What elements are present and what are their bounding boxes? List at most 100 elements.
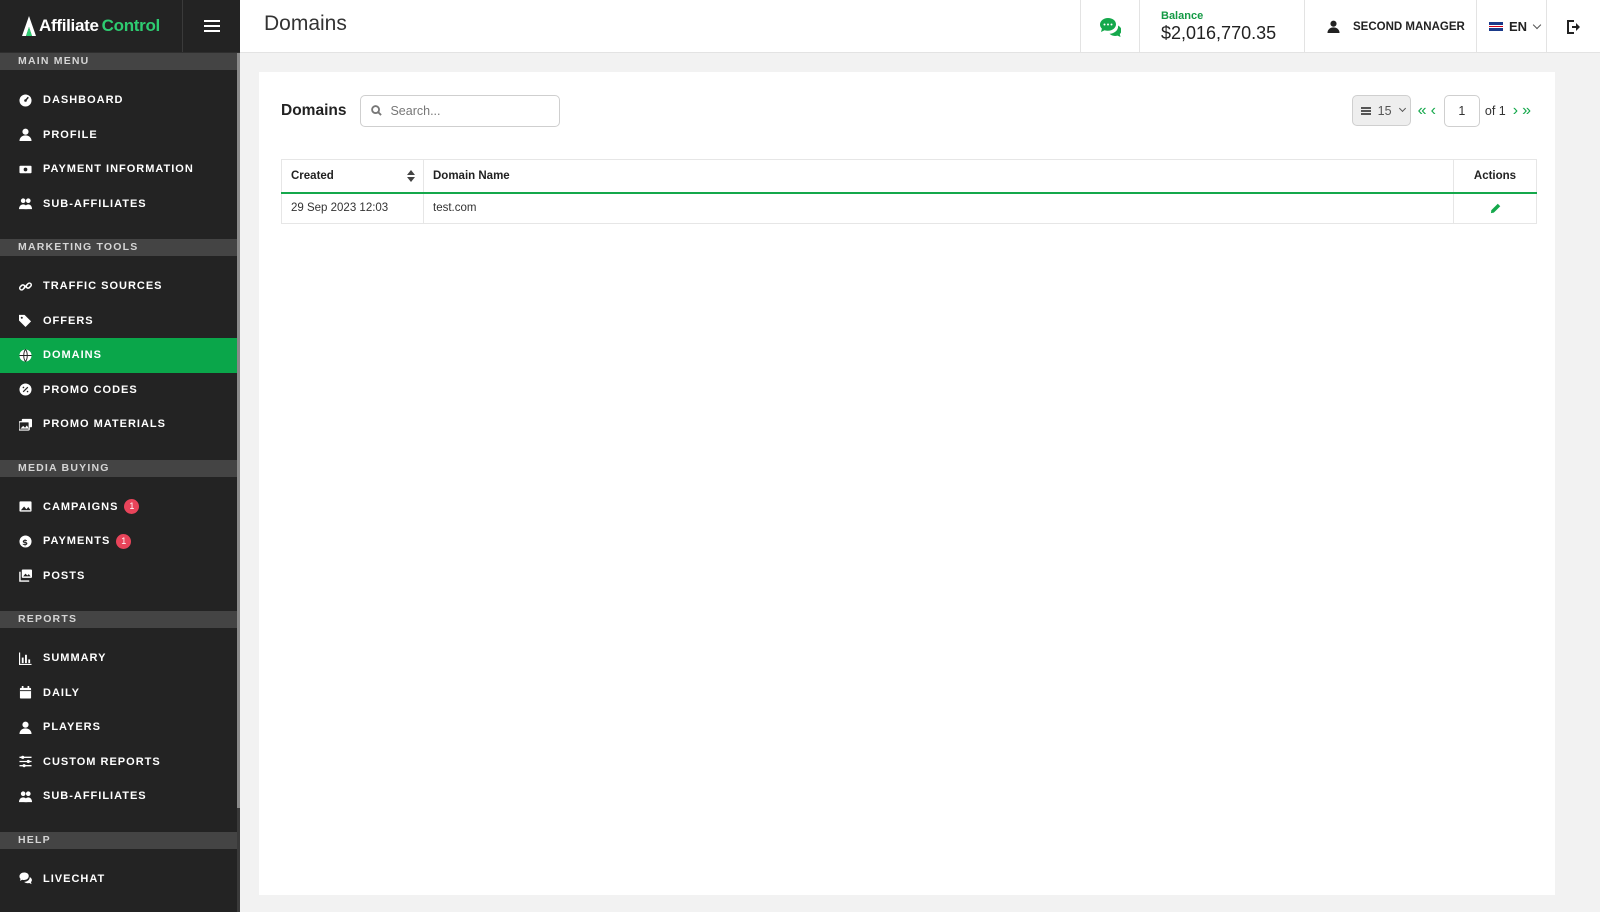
search-input[interactable]: [390, 103, 551, 118]
sidebar-item-label: SUMMARY: [43, 652, 107, 665]
column-label-created: Created: [291, 169, 334, 182]
sidebar-item-sub-affiliates[interactable]: SUB-AFFILIATES: [0, 187, 237, 222]
language-code: EN: [1509, 19, 1528, 34]
card-header: Domains 15 « ‹ of 1 › »: [281, 94, 1533, 127]
chevron-down-icon: [1398, 104, 1406, 113]
domains-card: Domains 15 « ‹ of 1 › »: [259, 72, 1555, 895]
sidebar-item-profile[interactable]: PROFILE: [0, 118, 237, 153]
sidebar-item-label: PAYMENT INFORMATION: [43, 163, 194, 176]
sidebar-item-sub-affiliates[interactable]: SUB-AFFILIATES: [0, 779, 237, 814]
pagination: 15 « ‹ of 1 › »: [1351, 94, 1533, 127]
edit-pencil-icon[interactable]: [1490, 203, 1501, 214]
sidebar-item-livechat[interactable]: LIVECHAT: [0, 862, 237, 897]
sidebar-item-traffic-sources[interactable]: TRAFFIC SOURCES: [0, 269, 237, 304]
user-icon: [18, 720, 32, 734]
sidebar-item-payments[interactable]: $ PAYMENTS 1: [0, 524, 237, 559]
users-icon: [18, 197, 32, 211]
sidebar-item-dashboard[interactable]: DASHBOARD: [0, 83, 237, 118]
sidebar-section-title: MARKETING TOOLS: [0, 239, 237, 256]
prev-page-icon[interactable]: ‹: [1431, 102, 1436, 119]
next-page-icon[interactable]: ›: [1513, 102, 1518, 119]
dashboard-icon: [18, 93, 32, 107]
per-page-value: 15: [1377, 103, 1392, 118]
comments-icon: [18, 872, 32, 886]
last-page-icon[interactable]: »: [1522, 102, 1531, 119]
column-header-actions: Actions: [1453, 159, 1537, 194]
column-header-created[interactable]: Created: [281, 159, 424, 194]
per-page-select[interactable]: 15: [1351, 95, 1411, 126]
sidebar-item-custom-reports[interactable]: CUSTOM REPORTS: [0, 745, 237, 780]
first-page-icon[interactable]: «: [1418, 102, 1427, 119]
sidebar-item-payment-information[interactable]: PAYMENT INFORMATION: [0, 152, 237, 187]
sidebar-item-label: PROFILE: [43, 128, 98, 141]
image-icon: [18, 500, 32, 514]
sidebar-section-title: HELP: [0, 831, 237, 849]
logo[interactable]: Affiliate Control: [0, 0, 182, 52]
user-menu[interactable]: SECOND MANAGER: [1304, 0, 1476, 53]
sidebar-item-label: OFFERS: [43, 314, 94, 327]
sidebar-item-label: PROMO MATERIALS: [43, 418, 166, 431]
sidebar-item-label: SUB-AFFILIATES: [43, 197, 147, 210]
logout-button[interactable]: [1546, 0, 1600, 53]
column-header-domain-name: Domain Name: [423, 159, 1454, 194]
logo-text-control: Control: [101, 16, 161, 35]
sidebar-section-title: MAIN MENU: [0, 53, 237, 70]
sidebar-item-promo-codes[interactable]: PROMO CODES: [0, 373, 237, 408]
sidebar-item-label: CAMPAIGNS: [43, 500, 119, 513]
table-row: 29 Sep 2023 12:03 test.com: [281, 192, 1537, 224]
sidebar-section-title: REPORTS: [0, 611, 237, 628]
globe-icon: [18, 348, 32, 362]
sidebar-item-label: PLAYERS: [43, 721, 101, 734]
chat-button[interactable]: [1080, 0, 1139, 53]
sidebar-item-players[interactable]: PLAYERS: [0, 710, 237, 745]
balance-label: Balance: [1161, 9, 1204, 22]
sidebar-item-label: POSTS: [43, 569, 86, 582]
sidebar-item-promo-materials[interactable]: PROMO MATERIALS: [0, 407, 237, 442]
sidebar: Affiliate Control MAIN MENU DASHBOARD PROFI…: [0, 0, 240, 912]
user-icon: [18, 128, 32, 142]
table-header-row: Created Domain Name Actions: [281, 159, 1537, 194]
user-name: SECOND MANAGER: [1353, 20, 1465, 33]
sidebar-item-label: PAYMENTS: [43, 535, 111, 548]
sidebar-item-posts[interactable]: POSTS: [0, 559, 237, 594]
notification-badge: 1: [116, 533, 132, 549]
sidebar-item-offers[interactable]: OFFERS: [0, 304, 237, 339]
sidebar-item-label: DAILY: [43, 686, 80, 699]
sidebar-item-domains[interactable]: DOMAINS: [0, 338, 237, 373]
money-icon: [18, 162, 32, 176]
badge-percent-icon: [18, 383, 32, 397]
chat-icon: [1100, 17, 1121, 37]
sliders-icon: [18, 755, 32, 769]
sort-icon[interactable]: [407, 170, 415, 183]
list-icon: [1360, 109, 1371, 112]
main-content: Domains 15 « ‹ of 1 › »: [240, 53, 1600, 912]
user-icon: [1327, 20, 1340, 33]
sidebar-item-summary[interactable]: SUMMARY: [0, 641, 237, 676]
language-selector[interactable]: EN: [1476, 0, 1546, 53]
sidebar-menu: MAIN MENU DASHBOARD PROFILE PAYMENT INFORMA…: [0, 53, 237, 912]
balance: Balance $2,016,770.35: [1139, 0, 1304, 53]
uk-flag-icon: [1489, 22, 1503, 31]
search-box[interactable]: [360, 94, 561, 127]
notification-badge: 1: [124, 499, 140, 515]
sidebar-item-label: LIVECHAT: [43, 872, 106, 885]
sidebar-item-daily[interactable]: DAILY: [0, 676, 237, 711]
cell-actions: [1453, 192, 1537, 224]
sidebar-item-label: SUB-AFFILIATES: [43, 790, 147, 803]
calendar-icon: [18, 686, 32, 700]
sidebar-item-label: TRAFFIC SOURCES: [43, 280, 163, 293]
images-icon: [18, 417, 32, 431]
table-body: 29 Sep 2023 12:03 test.com: [281, 192, 1537, 224]
cell-domain-name: test.com: [423, 192, 1454, 224]
dollar-circle-icon: $: [18, 534, 32, 548]
photo-stack-icon: [18, 569, 32, 583]
hamburger-menu-icon[interactable]: [182, 0, 240, 52]
sidebar-item-label: CUSTOM REPORTS: [43, 755, 161, 768]
page-title: Domains: [264, 12, 347, 35]
sidebar-item-campaigns[interactable]: CAMPAIGNS 1: [0, 490, 237, 525]
page-number-input[interactable]: [1443, 94, 1480, 127]
bar-chart-icon: [18, 651, 32, 665]
search-icon: [371, 105, 383, 116]
users-icon: [18, 789, 32, 803]
logo-text-affiliate: Affiliate: [39, 16, 99, 35]
